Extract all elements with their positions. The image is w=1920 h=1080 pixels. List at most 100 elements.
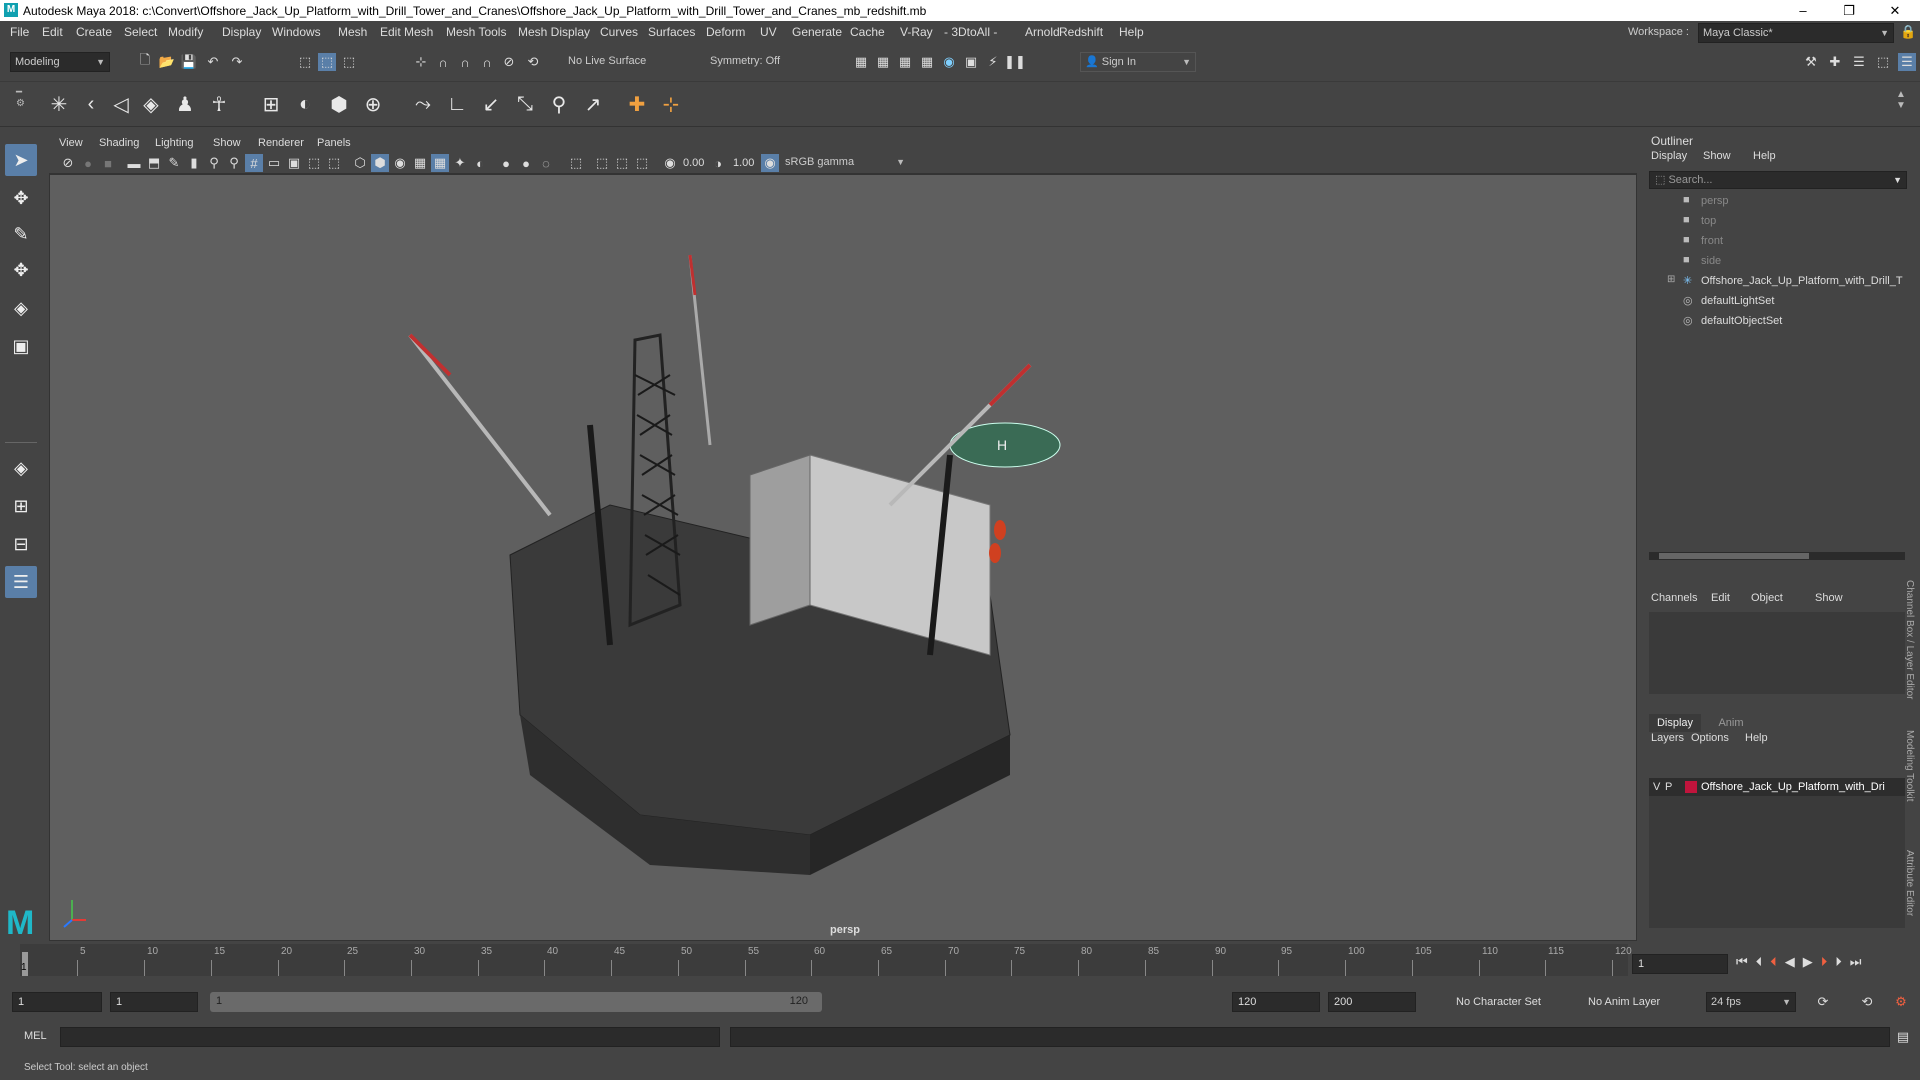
outliner-item[interactable]: ⊞ ✳ Offshore_Jack_Up_Platform_with_Drill_T bbox=[1649, 272, 1903, 290]
character-set-dropdown[interactable]: No Character Set bbox=[1456, 996, 1541, 1008]
scale-tool-icon[interactable]: ▣ bbox=[5, 330, 37, 362]
loop-icon[interactable]: ⟳ bbox=[1814, 993, 1832, 1011]
auto-key-icon[interactable]: ⟲ bbox=[1858, 993, 1876, 1011]
lattice-icon[interactable]: ⊞ bbox=[256, 89, 286, 119]
render-view-icon[interactable]: ▣ bbox=[962, 53, 980, 71]
side-tab[interactable]: Attribute Editor bbox=[1904, 850, 1915, 916]
field-chart-icon[interactable]: ⬚ bbox=[325, 154, 343, 172]
locator-icon[interactable]: ✚ bbox=[622, 89, 652, 119]
channel-menu-object[interactable]: Object bbox=[1751, 592, 1783, 604]
layer-menu-help[interactable]: Help bbox=[1745, 732, 1768, 744]
layer-playback[interactable]: P bbox=[1665, 781, 1672, 793]
snap-curve-icon[interactable]: ∩ bbox=[434, 53, 452, 71]
outliner-item[interactable]: ■ front bbox=[1649, 232, 1899, 250]
menu-uv[interactable]: UV bbox=[760, 25, 777, 39]
use-lights-icon[interactable]: ▦ bbox=[431, 154, 449, 172]
menu-create[interactable]: Create bbox=[76, 25, 112, 39]
viewport-menu-renderer[interactable]: Renderer bbox=[258, 137, 304, 149]
menu-edit[interactable]: Edit bbox=[42, 25, 63, 39]
hypershade-icon[interactable]: ◉ bbox=[940, 53, 958, 71]
menu-arnold[interactable]: Arnold bbox=[1025, 25, 1060, 39]
maximize-button[interactable]: ❐ bbox=[1826, 0, 1872, 21]
constraint-icon[interactable]: ∟ bbox=[442, 89, 472, 119]
camera-attr-icon[interactable]: ● bbox=[79, 154, 97, 172]
isolate-select-icon[interactable]: ⬚ bbox=[567, 154, 585, 172]
layer-menu-layers[interactable]: Layers bbox=[1651, 732, 1684, 744]
scroll-thumb[interactable] bbox=[1659, 553, 1809, 559]
preferences-icon[interactable]: ⚙ bbox=[1892, 993, 1910, 1011]
depth-of-field-icon[interactable]: ◌ bbox=[537, 154, 555, 172]
grease-pencil-icon[interactable]: ✎ bbox=[165, 154, 183, 172]
four-view-icon[interactable]: ⊞ bbox=[5, 490, 37, 522]
menu-edit-mesh[interactable]: Edit Mesh bbox=[380, 25, 433, 39]
range-bar[interactable]: 1 120 bbox=[210, 992, 822, 1012]
select-component-icon[interactable]: ⬚ bbox=[340, 53, 358, 71]
move-tool-icon[interactable]: ✥ bbox=[5, 254, 37, 286]
xray-icon[interactable]: ⬚ bbox=[593, 154, 611, 172]
select-tool-icon[interactable]: ➤ bbox=[5, 144, 37, 176]
select-hierarchy-icon[interactable]: ⬚ bbox=[296, 53, 314, 71]
rotate-tool-icon[interactable]: ◈ bbox=[5, 292, 37, 324]
paint-select-icon[interactable]: ✎ bbox=[5, 218, 37, 250]
start-time-field[interactable]: 1 bbox=[12, 992, 102, 1012]
menu-windows[interactable]: Windows bbox=[272, 25, 321, 39]
render-settings-icon[interactable]: ▦ bbox=[918, 53, 936, 71]
pause-icon[interactable]: ❚❚ bbox=[1004, 53, 1026, 71]
viewport-menu-lighting[interactable]: Lighting bbox=[155, 137, 194, 149]
layer-row[interactable]: V P Offshore_Jack_Up_Platform_with_Dri bbox=[1649, 778, 1905, 796]
tool-settings-icon[interactable]: ⬚ bbox=[1874, 53, 1892, 71]
outliner-item[interactable]: ◎ defaultObjectSet bbox=[1649, 312, 1899, 330]
channel-menu-channels[interactable]: Channels bbox=[1651, 592, 1697, 604]
gamma-field[interactable]: 1.00 bbox=[733, 157, 754, 169]
joint-tool-icon[interactable]: ✳ bbox=[44, 89, 74, 119]
safe-action-icon[interactable]: ▭ bbox=[265, 154, 283, 172]
menu-help[interactable]: Help bbox=[1119, 25, 1144, 39]
side-tab[interactable]: Modeling Toolkit bbox=[1904, 730, 1915, 802]
ik-handle-icon[interactable]: ‹ bbox=[76, 89, 106, 119]
ipr-render-icon[interactable]: ▦ bbox=[896, 53, 914, 71]
layer-tab-display[interactable]: Display bbox=[1649, 714, 1701, 732]
layer-tab-anim[interactable]: Anim bbox=[1705, 714, 1757, 732]
anti-alias-icon[interactable]: ● bbox=[517, 154, 535, 172]
viewport-menu-shading[interactable]: Shading bbox=[99, 137, 139, 149]
outliner-menu-help[interactable]: Help bbox=[1753, 150, 1776, 162]
live-surface-field[interactable]: No Live Surface bbox=[564, 52, 664, 72]
fps-dropdown[interactable]: 24 fps ▼ bbox=[1706, 992, 1796, 1012]
resolution-gate-icon[interactable]: ⚲ bbox=[205, 154, 223, 172]
viewport-menu-show[interactable]: Show bbox=[213, 137, 241, 149]
snap-point-icon[interactable]: ∩ bbox=[456, 53, 474, 71]
mode-dropdown[interactable]: Modeling ▼ bbox=[10, 52, 110, 72]
pivot-icon[interactable]: ⊹ bbox=[656, 89, 686, 119]
symmetry-dropdown[interactable]: Symmetry: Off bbox=[706, 52, 802, 72]
bind-skin-icon[interactable]: ◈ bbox=[136, 89, 166, 119]
time-slider[interactable]: 1 5 10 15 20 25 30 35 40 45 50 55 60 65 70 75 80 85 90 95 1… bbox=[0, 942, 1920, 982]
outliner-item[interactable]: ◎ defaultLightSet bbox=[1649, 292, 1899, 310]
outliner-search[interactable]: ⬚ Search... ▼ bbox=[1649, 171, 1907, 189]
viewport-menu-view[interactable]: View bbox=[59, 137, 83, 149]
smooth-shade-icon[interactable]: ⬢ bbox=[371, 154, 389, 172]
layer-name[interactable]: Offshore_Jack_Up_Platform_with_Dri bbox=[1701, 781, 1885, 793]
side-tab[interactable]: Channel Box / Layer Editor bbox=[1904, 580, 1915, 700]
channel-menu-show[interactable]: Show bbox=[1815, 592, 1843, 604]
grid-toggle-icon[interactable]: ▮ bbox=[185, 154, 203, 172]
menu-redshift[interactable]: Redshift bbox=[1059, 25, 1103, 39]
outliner-item[interactable]: ■ persp bbox=[1649, 192, 1899, 210]
skeleton-icon[interactable]: ☥ bbox=[204, 89, 234, 119]
layer-menu-options[interactable]: Options bbox=[1691, 732, 1729, 744]
render-sequence-icon[interactable]: ▦ bbox=[874, 53, 892, 71]
workspace-dropdown[interactable]: Maya Classic* ▼ bbox=[1698, 23, 1894, 43]
redo-icon[interactable]: ↷ bbox=[228, 53, 246, 71]
anim-start-field[interactable]: 1 bbox=[110, 992, 198, 1012]
gate-mask-icon[interactable]: ⬚ bbox=[305, 154, 323, 172]
menu-deform[interactable]: Deform bbox=[706, 25, 745, 39]
wireframe-icon[interactable]: ⬡ bbox=[351, 154, 369, 172]
menu-surfaces[interactable]: Surfaces bbox=[648, 25, 695, 39]
aim-constraint-icon[interactable]: ↙ bbox=[476, 89, 506, 119]
menu-file[interactable]: File bbox=[10, 25, 29, 39]
xray-components-icon[interactable]: ⬚ bbox=[633, 154, 651, 172]
snap-surface-icon[interactable]: ⊘ bbox=[500, 53, 518, 71]
xray-joints-icon[interactable]: ⬚ bbox=[613, 154, 631, 172]
playback-end-field[interactable]: 120 bbox=[1232, 992, 1320, 1012]
ik-spline-icon[interactable]: ◁ bbox=[106, 89, 136, 119]
menu-modify[interactable]: Modify bbox=[168, 25, 203, 39]
